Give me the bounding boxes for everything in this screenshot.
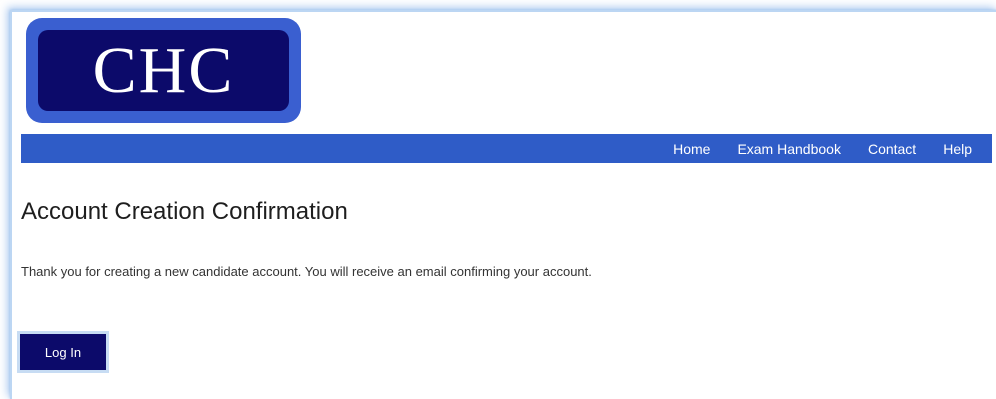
log-in-button[interactable]: Log In [17, 331, 109, 373]
chc-logo[interactable]: CHC [26, 18, 301, 123]
nav-link-help[interactable]: Help [943, 141, 972, 157]
page-title: Account Creation Confirmation [21, 198, 348, 225]
logo-text: CHC [92, 33, 235, 107]
nav-link-contact[interactable]: Contact [868, 141, 916, 157]
confirmation-message: Thank you for creating a new candidate a… [21, 264, 592, 279]
logo-inner-panel: CHC [38, 30, 289, 111]
nav-link-exam-handbook[interactable]: Exam Handbook [737, 141, 841, 157]
nav-link-home[interactable]: Home [673, 141, 710, 157]
main-nav-bar: Home Exam Handbook Contact Help [21, 134, 992, 163]
